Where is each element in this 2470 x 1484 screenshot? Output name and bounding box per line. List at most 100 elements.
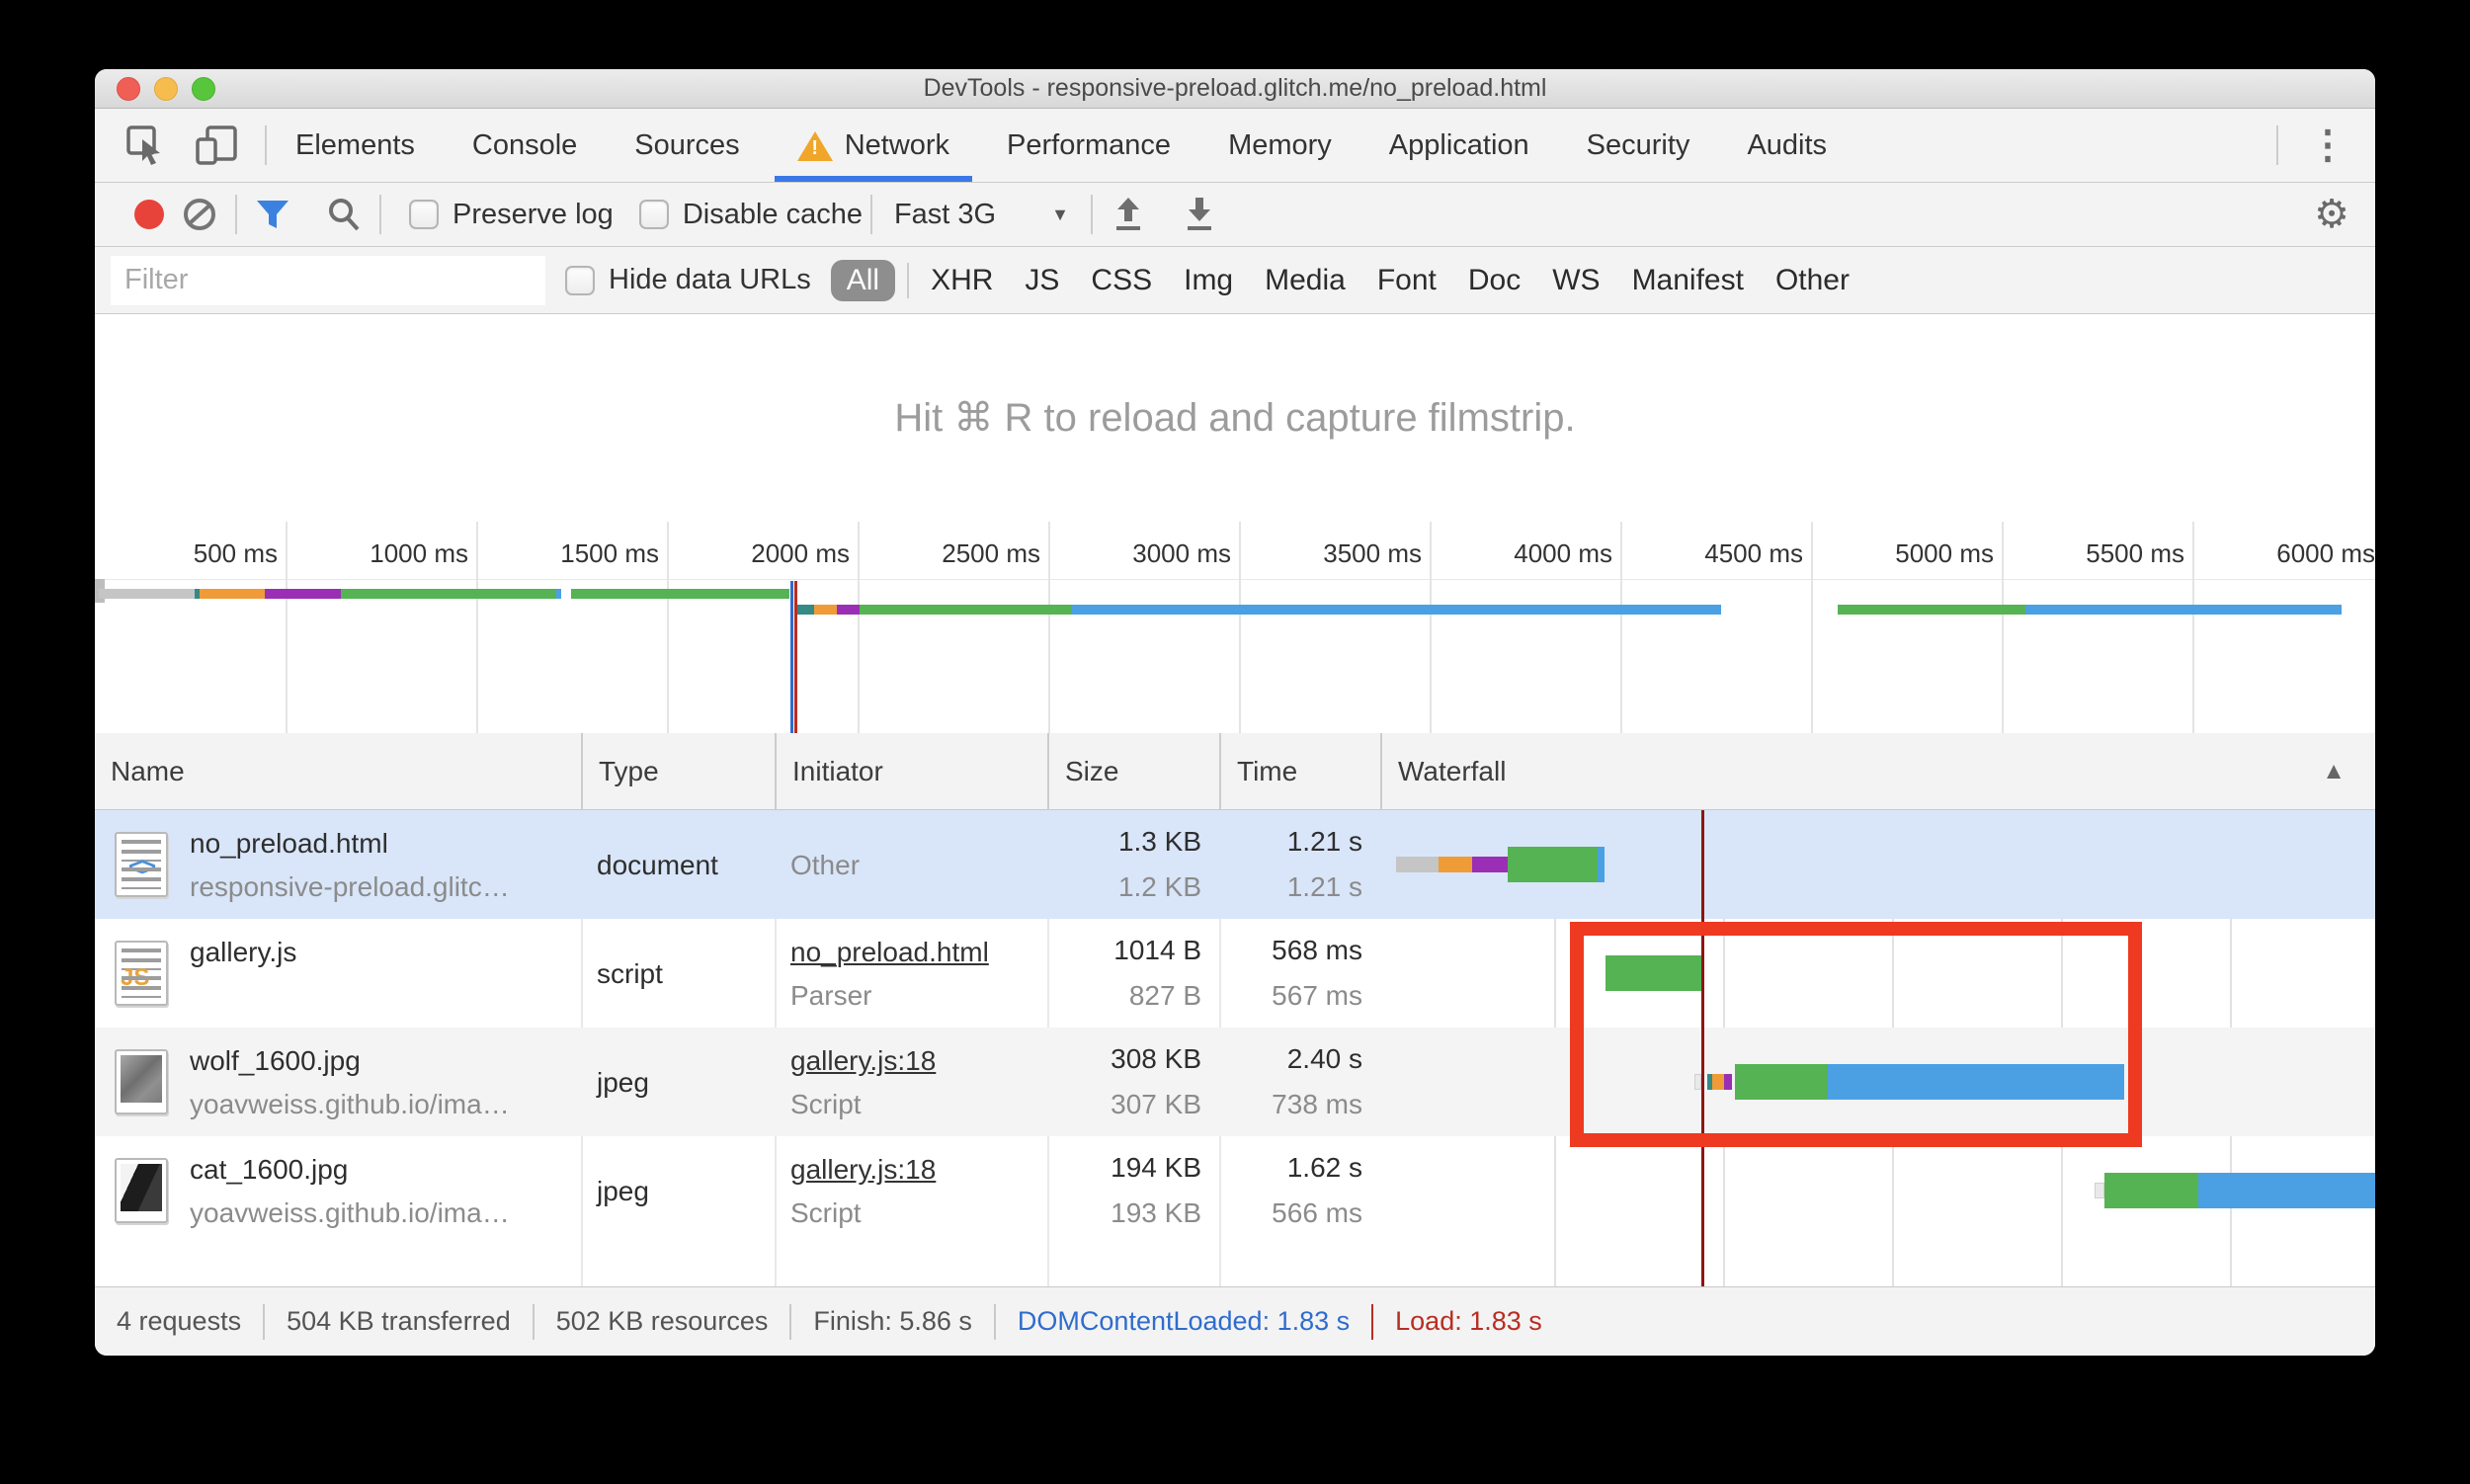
filter-toggle-button[interactable] (237, 188, 308, 241)
tab-label: Network (844, 128, 950, 161)
overview-tick-label: 2000 ms (751, 538, 850, 568)
tab-performance[interactable]: Performance (978, 109, 1199, 182)
tab-label: Sources (634, 128, 740, 161)
tab-console[interactable]: Console (444, 109, 606, 182)
filmstrip-hint-text: Hit ⌘ R to reload and capture filmstrip. (894, 396, 1576, 440)
filter-pill-xhr[interactable]: XHR (915, 260, 1009, 301)
throttling-value: Fast 3G (893, 198, 997, 230)
divider (379, 195, 381, 234)
inspect-element-icon[interactable] (124, 124, 168, 167)
initiator-sub: Script (790, 1089, 862, 1119)
request-name: wolf_1600.jpg (190, 1045, 361, 1076)
request-size: 1014 B (1113, 935, 1201, 965)
tab-security[interactable]: Security (1558, 109, 1719, 182)
settings-gear-icon[interactable]: ⚙ (2314, 192, 2349, 237)
filter-pill-all[interactable]: All (830, 259, 896, 301)
overview-gridline (286, 522, 288, 733)
filter-pill-font[interactable]: Font (1361, 260, 1452, 301)
tab-label: Security (1586, 128, 1690, 161)
hide-data-urls-label: Hide data URLs (609, 264, 811, 295)
column-header-initiator[interactable]: Initiator (775, 733, 1047, 810)
status-item-5: Load: 1.83 s (1395, 1306, 1542, 1336)
waterfall-segment-stalled (1396, 857, 1439, 872)
tab-elements[interactable]: Elements (267, 109, 444, 182)
warning-bang: ! (811, 137, 819, 159)
disable-cache-checkbox[interactable] (638, 200, 669, 229)
request-time-sub: 738 ms (1272, 1089, 1362, 1119)
column-header-type[interactable]: Type (581, 733, 775, 810)
status-requests-count: 4 requests (117, 1306, 242, 1336)
column-header-waterfall[interactable]: Waterfall (1380, 733, 2375, 810)
filter-pill-other[interactable]: Other (1760, 260, 1865, 301)
tab-sources[interactable]: Sources (606, 109, 768, 182)
more-options-icon[interactable]: ⋮ (2278, 123, 2347, 168)
table-row[interactable]: <> no_preload.html responsive-preload.glit… (95, 810, 2375, 919)
request-size: 1.3 KB (1117, 826, 1201, 857)
request-type: script (597, 958, 663, 989)
initiator-link[interactable]: gallery.js:18 (790, 1154, 936, 1186)
file-type-icon-js: JS (115, 941, 168, 1006)
zoom-window-button[interactable] (192, 77, 215, 101)
initiator-sub: Parser (790, 980, 872, 1011)
filter-pill-css[interactable]: CSS (1075, 260, 1168, 301)
tab-label: Memory (1228, 128, 1332, 161)
devtools-window: DevTools - responsive-preload.glitch.me/… (95, 69, 2375, 1356)
tab-network[interactable]: ! Network (769, 109, 978, 182)
tab-memory[interactable]: Memory (1199, 109, 1360, 182)
upload-icon (1115, 198, 1140, 230)
disable-cache-label: Disable cache (682, 198, 863, 230)
filter-pill-js[interactable]: JS (1009, 260, 1075, 301)
overview-load-marker (793, 581, 797, 733)
divider (869, 195, 872, 234)
import-har-button[interactable] (1093, 188, 1164, 241)
close-window-button[interactable] (117, 77, 140, 101)
filter-pill-doc[interactable]: Doc (1452, 260, 1536, 301)
filmstrip-hint-area: Hit ⌘ R to reload and capture filmstrip. (95, 314, 2375, 522)
resource-type-filters: All XHR JS CSS Img Media Font Doc WS Manifest Othe… (825, 259, 1865, 301)
filter-input[interactable] (111, 255, 545, 305)
preserve-log-checkbox[interactable] (409, 200, 439, 229)
filter-pill-media[interactable]: Media (1249, 260, 1361, 301)
overview-gridline (1811, 522, 1813, 733)
file-type-icon-wolf (115, 1049, 168, 1114)
tab-audits[interactable]: Audits (1718, 109, 1855, 182)
request-size: 194 KB (1111, 1152, 1201, 1183)
chevron-down-icon: ▼ (1051, 204, 1069, 224)
column-header-time[interactable]: Time (1219, 733, 1380, 810)
overview-request-bar (2024, 605, 2342, 615)
status-item-2: 502 KB resources (555, 1306, 769, 1336)
sort-ascending-icon[interactable]: ▲ (2322, 733, 2346, 810)
filter-pill-img[interactable]: Img (1168, 260, 1249, 301)
initiator-link[interactable]: no_preload.html (790, 937, 989, 968)
preserve-log-label: Preserve log (453, 198, 614, 230)
search-button[interactable] (308, 188, 379, 241)
overview-gridline (1620, 522, 1622, 733)
throttling-dropdown[interactable]: Fast 3G ▼ (894, 199, 1069, 231)
tab-application[interactable]: Application (1360, 109, 1558, 182)
column-header-name[interactable]: Name (95, 733, 581, 810)
network-overview-timeline[interactable]: 500 ms 1000 ms 1500 ms 2000 ms 2500 ms 3000 m… (95, 522, 2375, 733)
table-row[interactable]: cat_1600.jpg yoavweiss.github.io/ima… jpeg… (95, 1136, 2375, 1245)
hide-data-urls-checkbox[interactable] (565, 265, 595, 295)
tab-label: Elements (295, 128, 415, 161)
overview-request-bar (571, 589, 789, 599)
export-har-button[interactable] (1164, 188, 1235, 241)
filter-row: Hide data URLs All XHRJSCSSImgMediaFontDo… (95, 247, 2375, 314)
initiator-link[interactable]: gallery.js:18 (790, 1045, 936, 1077)
funnel-icon (257, 201, 288, 228)
overview-gridline (2002, 522, 2004, 733)
column-header-size[interactable]: Size (1047, 733, 1219, 810)
devtools-tab-bar: Elements Console Sources! Network Performanc… (95, 109, 2375, 183)
device-toolbar-icon[interactable] (194, 124, 241, 167)
record-network-log-button[interactable] (134, 200, 164, 229)
filter-pill-manifest[interactable]: Manifest (1616, 260, 1760, 301)
divider (907, 262, 910, 298)
overview-gridline (1239, 522, 1241, 733)
overview-tick-label: 1000 ms (370, 538, 468, 568)
waterfall-segment-connect (1438, 857, 1472, 872)
clear-network-log-button[interactable] (164, 188, 235, 241)
filter-pill-ws[interactable]: WS (1536, 260, 1615, 301)
clear-icon (184, 199, 215, 230)
minimize-window-button[interactable] (154, 77, 178, 101)
doc-lines (122, 976, 161, 998)
